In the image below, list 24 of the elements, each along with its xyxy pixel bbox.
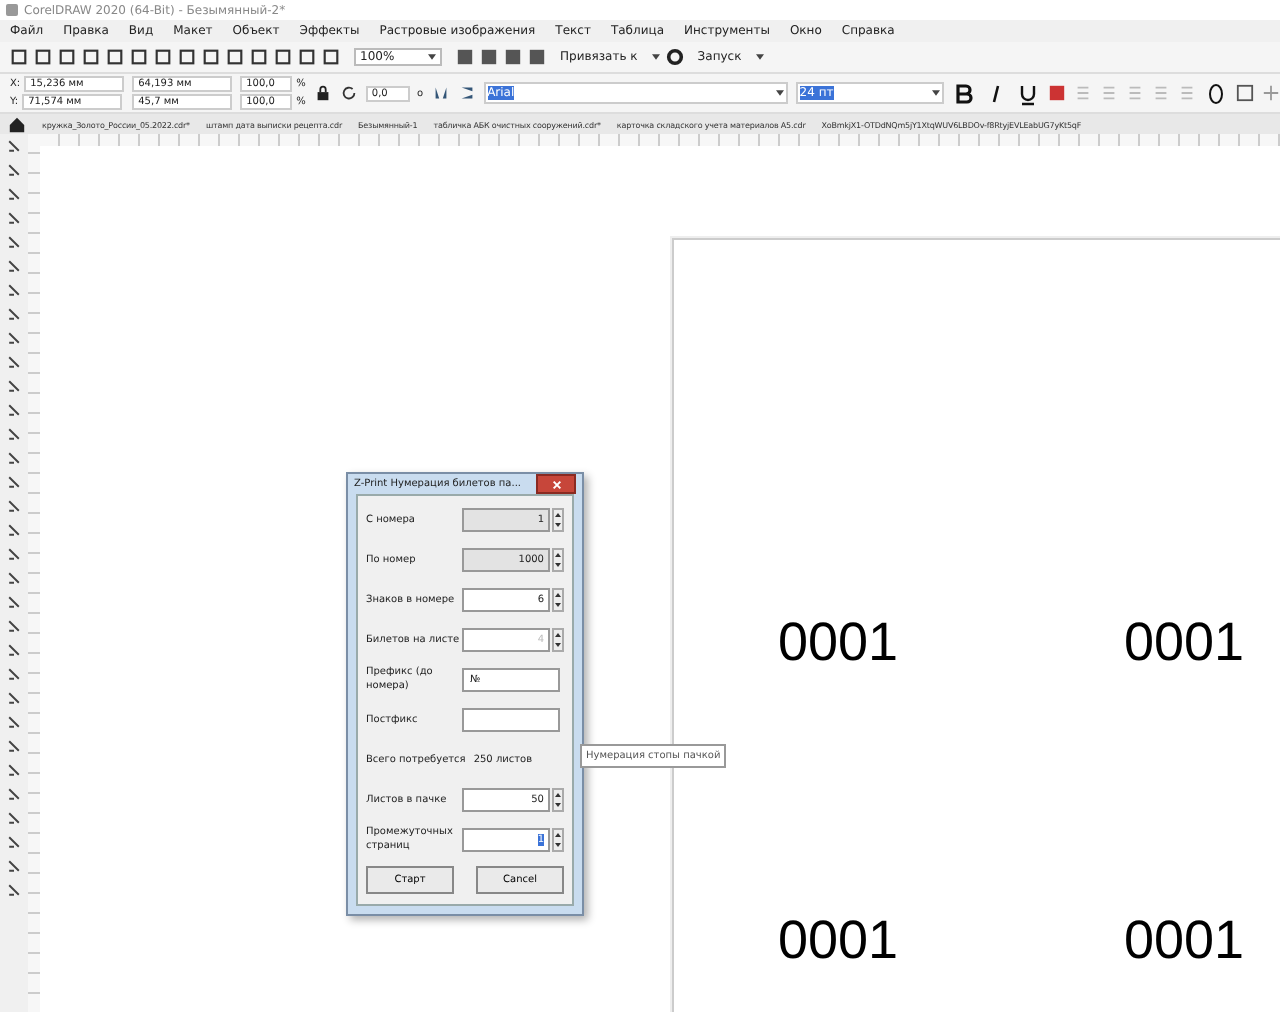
ticket-number: 0001 xyxy=(778,612,901,674)
close-button[interactable] xyxy=(536,474,576,494)
caret-icon xyxy=(775,90,784,96)
ticket-number: 0001 xyxy=(1124,612,1247,674)
spin-arrows-icon[interactable] xyxy=(552,548,564,572)
caret-icon xyxy=(428,54,436,60)
ticket-number: 0001 xyxy=(778,910,901,972)
spin-arrows-icon[interactable] xyxy=(552,788,564,812)
caret-icon[interactable] xyxy=(755,54,764,60)
spin-arrows-icon[interactable] xyxy=(552,508,564,532)
text-color-icon[interactable] xyxy=(1048,84,1067,102)
spin-arrows-icon[interactable] xyxy=(552,588,564,612)
ticket-number: 0001 xyxy=(1124,910,1247,972)
app-icon xyxy=(6,4,18,16)
caret-icon[interactable] xyxy=(651,54,660,60)
text-field[interactable] xyxy=(462,708,560,732)
spin-arrows-icon[interactable] xyxy=(552,628,564,652)
lock-icon[interactable] xyxy=(313,84,332,102)
underline-icon[interactable] xyxy=(1016,81,1041,105)
spin-arrows-icon[interactable] xyxy=(552,828,564,852)
rotate-icon xyxy=(339,84,358,102)
caret-icon xyxy=(932,90,941,96)
close-icon xyxy=(551,479,561,489)
bold-icon[interactable] xyxy=(952,81,977,105)
